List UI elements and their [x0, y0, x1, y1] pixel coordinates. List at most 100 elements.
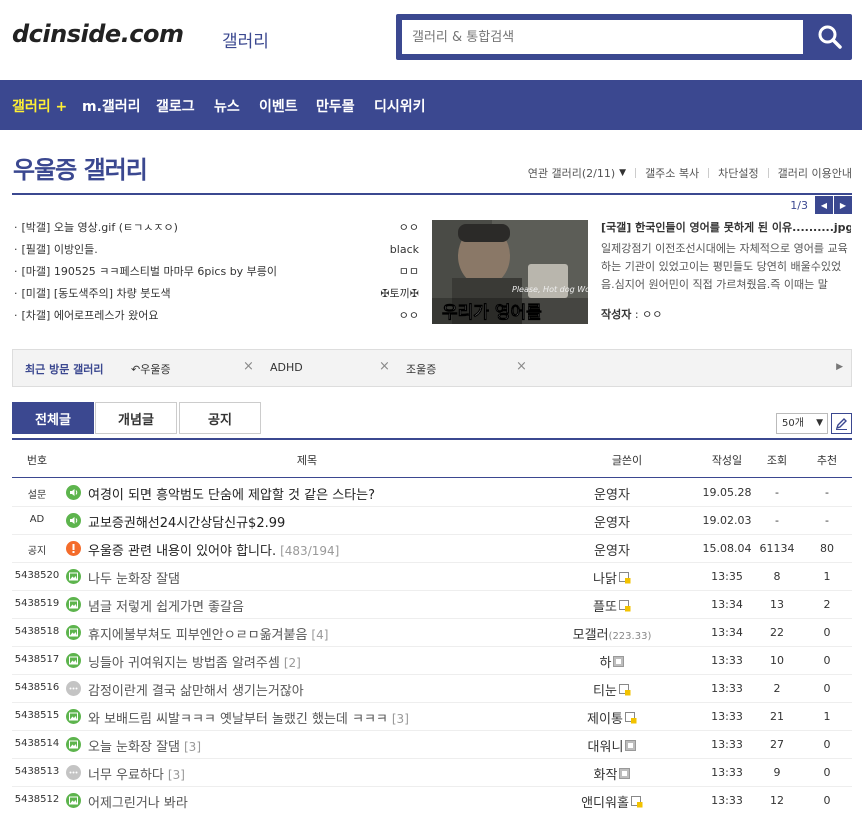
- table-row[interactable]: 5438512 어제그린거나 봐라 앤디워홀 13:33 12 0: [12, 787, 852, 814]
- recent-item[interactable]: ↶우울증: [131, 361, 171, 377]
- table-row[interactable]: 공지 우울증 관련 내용이 있어야 합니다. [483/194] 운영자 15.08.0…: [12, 535, 852, 563]
- table-row[interactable]: 5438515 와 보배드림 씨발ㅋㅋㅋ 옛날부터 놀랬긴 했는데 ㅋㅋㅋ [3] 제…: [12, 703, 852, 731]
- post-title-link[interactable]: 어제그린거나 봐라: [88, 792, 192, 811]
- arrow-right-icon[interactable]: ▶: [836, 362, 843, 372]
- post-writer[interactable]: 나닭: [552, 568, 672, 588]
- post-writer[interactable]: 대워니: [552, 736, 672, 755]
- nav-mgallery[interactable]: m.갤러리: [82, 96, 141, 116]
- post-title-link[interactable]: 감정이란게 결국 삶만해서 생기는거잖아: [88, 680, 308, 699]
- post-title-link[interactable]: 우울증 관련 내용이 있어야 합니다. [483/194]: [88, 540, 339, 559]
- concept-item[interactable]: · [마갤] 190525 ㅋㅋ페스티벌 마마무 6pics by 부릉이 ㅁㅁ: [14, 264, 419, 286]
- post-title-link[interactable]: 와 보배드림 씨발ㅋㅋㅋ 옛날부터 놀랬긴 했는데 ㅋㅋㅋ [3]: [88, 708, 409, 727]
- related-gallery-link[interactable]: 연관 갤러리(2/11): [528, 165, 615, 181]
- post-title-link[interactable]: 닝들아 귀여워지는 방법좀 알려주셈 [2]: [88, 652, 301, 671]
- table-row[interactable]: 5438514 오늘 눈화장 잘댐 [3] 대워니 13:33 27 0: [12, 731, 852, 759]
- post-views: 27: [770, 738, 784, 751]
- tab-notice[interactable]: 공지: [179, 402, 261, 434]
- writer-nick: 나닭: [593, 572, 617, 587]
- post-writer[interactable]: 플또: [552, 596, 672, 616]
- page-title: 우울증 갤러리: [13, 156, 148, 184]
- post-recommend: 0: [823, 738, 831, 751]
- comment-count[interactable]: [3]: [168, 768, 185, 782]
- tab-concept[interactable]: 개념글: [95, 402, 177, 434]
- comment-count[interactable]: [2]: [284, 656, 301, 670]
- table-row[interactable]: 5438519 념글 저렇게 쉽게가면 좋갈음 플또 13:34 13 2: [12, 591, 852, 619]
- bullet-icon: ·: [14, 221, 18, 234]
- block-settings-link[interactable]: 차단설정: [718, 165, 758, 181]
- post-writer[interactable]: 운영자: [552, 540, 672, 559]
- tab-all[interactable]: 전체글: [12, 402, 94, 434]
- post-title-link[interactable]: 념글 저렇게 쉽게가면 좋갈음: [88, 596, 248, 615]
- nav-dcwiki[interactable]: 디시위키: [374, 96, 426, 116]
- post-title-link[interactable]: 교보증권해선24시간상담신규$2.99: [88, 512, 289, 531]
- post-writer[interactable]: 제이통: [552, 708, 672, 728]
- post-title-link[interactable]: 오늘 눈화장 잘댐 [3]: [88, 736, 201, 755]
- fixed-nick-icon: [630, 795, 643, 812]
- post-title-link[interactable]: 나두 눈화장 잘댐: [88, 568, 184, 587]
- gallery-home-link[interactable]: 갤러리: [222, 27, 269, 52]
- post-views: 13: [770, 598, 784, 611]
- recent-item[interactable]: ADHD: [270, 361, 303, 374]
- concept-item[interactable]: · [미갤] [동도색주의] 차량 붓도색 ✠토끼✠: [14, 286, 419, 308]
- nav-event[interactable]: 이벤트: [259, 96, 298, 116]
- post-writer[interactable]: 모갤러(223.33): [552, 624, 672, 643]
- half-fixed-nick-icon: [625, 740, 637, 755]
- comment-count[interactable]: [4]: [311, 628, 328, 642]
- post-title: 교보증권해선24시간상담신규$2.99: [88, 516, 286, 531]
- featured-thumbnail[interactable]: Please, Hot dog World 우리가 영어를: [432, 220, 588, 324]
- image-icon: [66, 653, 81, 668]
- nav-gallery[interactable]: 갤러리 +: [12, 96, 67, 116]
- nav-mandumall[interactable]: 만두몰: [316, 96, 355, 116]
- table-row[interactable]: 5438520 나두 눈화장 잘댐 나닭 13:35 8 1: [12, 563, 852, 591]
- next-button[interactable]: ▶: [834, 196, 852, 214]
- write-button[interactable]: [831, 413, 852, 434]
- copy-address-link[interactable]: 갤주소 복사: [645, 165, 699, 181]
- concept-item[interactable]: · [차갤] 에어로프레스가 왔어요 ㅇㅇ: [14, 308, 419, 330]
- post-recommend: -: [825, 486, 829, 499]
- header-writer: 글쓴이: [611, 454, 643, 467]
- speaker-icon: [66, 513, 81, 528]
- chevron-down-icon: ▼: [816, 418, 823, 428]
- table-row[interactable]: 설문 여경이 되면 흥악범도 단숨에 제압할 것 같은 스타는? 운영자 19.05.…: [12, 479, 852, 507]
- concept-item[interactable]: · [필갤] 이방인들. black: [14, 242, 419, 264]
- chevron-down-icon[interactable]: ▼: [619, 168, 626, 178]
- table-row[interactable]: 5438518 휴지에불부쳐도 피부엔안ㅇㄹㅁ옮겨붙음 [4] 모갤러(223.33)…: [12, 619, 852, 647]
- header-recommend: 추천: [816, 454, 838, 467]
- half-fixed-nick-icon: [619, 768, 631, 783]
- dcinside-logo[interactable]: dcinside.com: [12, 20, 184, 48]
- table-row[interactable]: 5438517 닝들아 귀여워지는 방법좀 알려주셈 [2] 하 13:33 10 0: [12, 647, 852, 675]
- comment-count[interactable]: [3]: [392, 712, 409, 726]
- nav-gallog[interactable]: 갤로그: [156, 96, 195, 116]
- post-writer[interactable]: 운영자: [552, 484, 672, 503]
- recent-item[interactable]: 조울증: [406, 361, 436, 377]
- comment-count[interactable]: [483/194]: [280, 544, 339, 558]
- search-input[interactable]: [402, 20, 803, 54]
- post-writer[interactable]: 화작: [552, 764, 672, 783]
- post-writer[interactable]: 하: [552, 652, 672, 671]
- search-button[interactable]: [808, 14, 852, 60]
- close-icon[interactable]: ×: [379, 359, 390, 374]
- nav-news[interactable]: 뉴스: [214, 96, 240, 116]
- table-row[interactable]: 5438516 감정이란게 결국 삶만해서 생기는거잖아 티눈 13:33 2 0: [12, 675, 852, 703]
- concept-item[interactable]: · [박갤] 오늘 영상.gif (ㅌㄱㅅㅈㅇ) ㅇㅇ: [14, 220, 419, 242]
- post-writer[interactable]: 운영자: [552, 512, 672, 531]
- prev-button[interactable]: ◀: [815, 196, 833, 214]
- post-title-link[interactable]: 휴지에불부쳐도 피부엔안ㅇㄹㅁ옮겨붙음 [4]: [88, 624, 328, 643]
- concept-item-author: black: [389, 243, 419, 256]
- table-row[interactable]: 5438513 너무 우료하다 [3] 화작 13:33 9 0: [12, 759, 852, 787]
- post-writer[interactable]: 티눈: [552, 680, 672, 700]
- post-title-link[interactable]: 너무 우료하다 [3]: [88, 764, 185, 783]
- list-size-select[interactable]: 50개 ▼: [776, 413, 828, 434]
- close-icon[interactable]: ×: [516, 359, 527, 374]
- comment-count[interactable]: [3]: [184, 740, 201, 754]
- featured-title[interactable]: [국갤] 한국인들이 영어를 못하게 된 이유..........jpg: [601, 220, 851, 236]
- close-icon[interactable]: ×: [243, 359, 254, 374]
- table-row[interactable]: AD 교보증권해선24시간상담신규$2.99 운영자 19.02.03 - -: [12, 507, 852, 535]
- image-icon: [66, 793, 81, 808]
- writer-nick: 대워니: [587, 740, 624, 755]
- fixed-nick-icon: [624, 711, 637, 728]
- post-title-link[interactable]: 여경이 되면 흥악범도 단숨에 제압할 것 같은 스타는?: [88, 484, 379, 503]
- gallery-guide-link[interactable]: 갤러리 이용안내: [778, 165, 852, 181]
- post-writer[interactable]: 앤디워홀: [552, 792, 672, 812]
- gallery-links: 연관 갤러리(2/11) ▼ 갤주소 복사 차단설정 갤러리 이용안내: [528, 165, 852, 181]
